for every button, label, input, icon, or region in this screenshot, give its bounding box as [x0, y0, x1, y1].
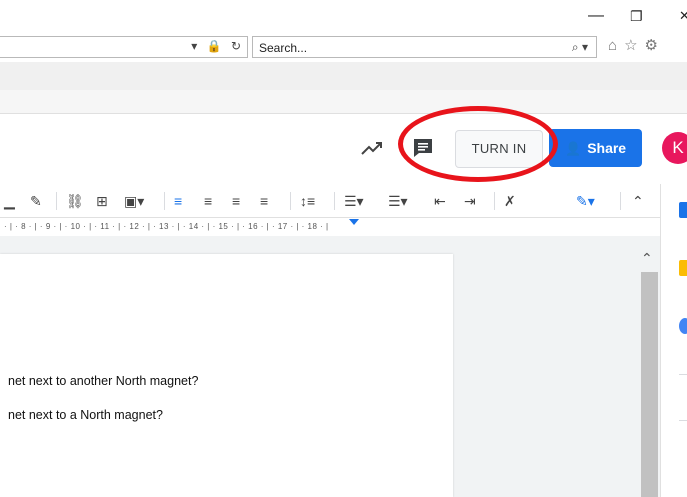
document-line: net next to a North magnet? [8, 408, 163, 422]
gear-icon[interactable]: ⚙ [645, 37, 658, 54]
align-justify-icon[interactable]: ≡ [260, 192, 268, 210]
close-button[interactable]: ✕ [679, 6, 687, 26]
highlight-circle-annotation [398, 106, 558, 182]
formatting-toolbar: ▁ ✎ ⛓ ⊞ ▣▾ ≡ ≡ ≡ ≡ ↕≡ ☰▾ ☰▾ ⇤ ⇥ ✗ ✎▾ ⌃ [0, 184, 660, 218]
text-color-icon[interactable]: ▁ [4, 192, 15, 210]
person-add-icon: 👤 [565, 141, 582, 156]
add-comment-icon[interactable]: ⊞ [96, 192, 108, 210]
docs-header: TURN IN 👤 Share K [0, 115, 687, 181]
editing-mode-icon[interactable]: ✎▾ [576, 192, 595, 210]
indent-marker-icon[interactable] [349, 219, 359, 225]
refresh-icon[interactable]: ↻ [231, 39, 241, 53]
search-placeholder: Search... [259, 41, 308, 55]
side-panel [660, 184, 687, 497]
activity-trend-icon[interactable] [360, 139, 384, 157]
browser-favorites-strip [0, 90, 687, 114]
toolbar-divider [620, 192, 621, 210]
address-bar[interactable]: ▾ 🔒 ↻ [0, 36, 248, 58]
checklist-icon[interactable]: ☰▾ [344, 192, 364, 210]
browser-toolbar-icons: ⌂ ☆ ⚙ [608, 36, 665, 54]
ruler-ticks: · | · 8 · | · 9 · | · 10 · | · 11 · | · … [4, 222, 329, 231]
minimize-button[interactable]: — [588, 6, 604, 26]
align-left-icon[interactable]: ≡ [174, 192, 182, 210]
search-dropdown-icon[interactable]: ▾ [582, 40, 588, 54]
align-center-icon[interactable]: ≡ [204, 192, 212, 210]
side-panel-divider [679, 374, 687, 375]
lock-icon[interactable]: 🔒 [207, 39, 222, 53]
scroll-up-arrow-icon[interactable]: ⌃ [641, 250, 653, 267]
clear-formatting-icon[interactable]: ✗ [504, 192, 516, 210]
bulleted-list-icon[interactable]: ☰▾ [388, 192, 408, 210]
align-right-icon[interactable]: ≡ [232, 192, 240, 210]
star-icon[interactable]: ☆ [624, 37, 637, 54]
toolbar-divider [494, 192, 495, 210]
increase-indent-icon[interactable]: ⇥ [464, 192, 476, 210]
toolbar-divider [164, 192, 165, 210]
ruler[interactable]: · | · 8 · | · 9 · | · 10 · | · 11 · | · … [0, 219, 462, 235]
window-titlebar: — ❐ ✕ [0, 0, 687, 34]
browser-tab-strip [0, 62, 687, 90]
address-bar-icons: ▾ 🔒 ↻ [185, 39, 241, 53]
highlight-color-icon[interactable]: ✎ [30, 192, 42, 210]
toolbar-divider [56, 192, 57, 210]
share-button[interactable]: 👤 Share [549, 129, 642, 167]
insert-image-icon[interactable]: ▣▾ [124, 192, 144, 210]
decrease-indent-icon[interactable]: ⇤ [434, 192, 446, 210]
collapse-toolbar-icon[interactable]: ⌃ [632, 192, 644, 210]
tasks-icon[interactable] [679, 318, 687, 334]
search-icons: ⌕ ▾ [572, 40, 588, 55]
toolbar-divider [290, 192, 291, 210]
calendar-icon[interactable] [679, 202, 687, 218]
search-input[interactable]: Search... ⌕ ▾ [252, 36, 597, 58]
vertical-scrollbar[interactable] [641, 272, 658, 497]
dropdown-icon[interactable]: ▾ [191, 39, 197, 53]
search-icon[interactable]: ⌕ [572, 40, 579, 54]
line-spacing-icon[interactable]: ↕≡ [300, 192, 315, 210]
document-line: net next to another North magnet? [8, 374, 199, 388]
share-label: Share [587, 140, 627, 156]
add-addon-icon[interactable] [679, 420, 687, 421]
browser-address-row: ▾ 🔒 ↻ Search... ⌕ ▾ [0, 34, 687, 62]
avatar[interactable]: K [662, 132, 687, 164]
toolbar-divider [334, 192, 335, 210]
keep-icon[interactable] [679, 260, 687, 276]
link-icon[interactable]: ⛓ [66, 192, 84, 210]
home-icon[interactable]: ⌂ [608, 37, 617, 54]
document-page[interactable]: net next to another North magnet? net ne… [0, 254, 453, 497]
restore-button[interactable]: ❐ [630, 6, 643, 26]
